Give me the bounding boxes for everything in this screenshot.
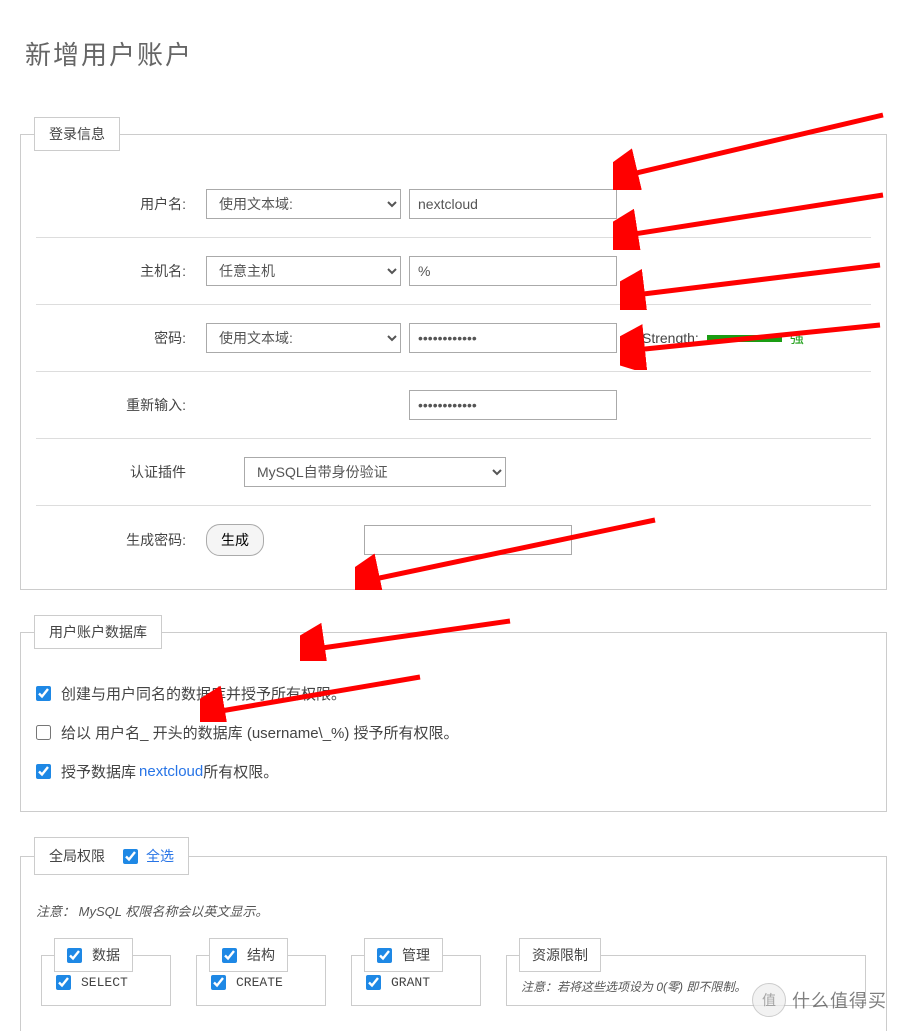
admin-legend[interactable]: 管理 xyxy=(364,938,443,972)
page-title: 新增用户账户 xyxy=(25,35,887,72)
priv-select-text: SELECT xyxy=(81,975,128,990)
watermark: 值 什么值得买 xyxy=(752,983,887,1017)
watermark-icon: 值 xyxy=(752,983,786,1017)
db-create-same-text: 创建与用户同名的数据库并授予所有权限。 xyxy=(61,683,346,704)
hostname-row: 主机名: 任意主机 xyxy=(36,238,871,305)
retype-input[interactable] xyxy=(409,390,617,420)
select-all-link[interactable]: 全选 xyxy=(146,846,174,866)
priv-select-item[interactable]: SELECT xyxy=(56,972,156,993)
auth-label: 认证插件 xyxy=(41,462,206,482)
hostname-mode-select[interactable]: 任意主机 xyxy=(206,256,401,286)
generate-label: 生成密码: xyxy=(41,530,206,550)
priv-grant-checkbox[interactable] xyxy=(366,975,381,990)
data-label: 数据 xyxy=(92,945,120,965)
username-row: 用户名: 使用文本域: xyxy=(36,171,871,238)
username-label: 用户名: xyxy=(41,194,206,214)
retype-row: 重新输入: xyxy=(36,372,871,439)
auth-row: 认证插件 MySQL自带身份验证 xyxy=(36,439,871,506)
priv-create-checkbox[interactable] xyxy=(211,975,226,990)
password-input[interactable] xyxy=(409,323,617,353)
structure-label: 结构 xyxy=(247,945,275,965)
db-grant-link[interactable]: nextcloud xyxy=(139,763,203,780)
password-strength: Strength: 强 xyxy=(642,328,804,348)
priv-create-text: CREATE xyxy=(236,975,283,990)
admin-all-checkbox[interactable] xyxy=(377,948,392,963)
password-label: 密码: xyxy=(41,328,206,348)
global-legend-text: 全局权限 xyxy=(49,846,105,866)
db-grant-prefix: 授予数据库 xyxy=(61,761,136,782)
strength-bar xyxy=(707,335,782,342)
db-option-create-same[interactable]: 创建与用户同名的数据库并授予所有权限。 xyxy=(36,674,871,713)
admin-privileges-box: 管理 GRANT xyxy=(351,938,481,1006)
generated-password-input[interactable] xyxy=(364,525,572,555)
structure-all-checkbox[interactable] xyxy=(222,948,237,963)
priv-grant-item[interactable]: GRANT xyxy=(366,972,466,993)
data-privileges-box: 数据 SELECT xyxy=(41,938,171,1006)
global-legend: 全局权限 全选 xyxy=(34,837,189,875)
strength-label: Strength: xyxy=(642,330,699,346)
priv-grant-text: GRANT xyxy=(391,975,430,990)
admin-label: 管理 xyxy=(402,945,430,965)
db-wildcard-text: 给以 用户名_ 开头的数据库 (username\_%) 授予所有权限。 xyxy=(61,722,459,743)
data-legend[interactable]: 数据 xyxy=(54,938,133,972)
database-fieldset: 用户账户数据库 创建与用户同名的数据库并授予所有权限。 给以 用户名_ 开头的数… xyxy=(20,615,887,812)
database-legend: 用户账户数据库 xyxy=(34,615,162,649)
strength-text: 强 xyxy=(790,328,804,348)
username-input[interactable] xyxy=(409,189,617,219)
db-option-wildcard[interactable]: 给以 用户名_ 开头的数据库 (username\_%) 授予所有权限。 xyxy=(36,713,871,752)
login-info-fieldset: 登录信息 用户名: 使用文本域: 主机名: 任意主机 密码: 使用文本域: St… xyxy=(20,117,887,590)
structure-privileges-box: 结构 CREATE xyxy=(196,938,326,1006)
watermark-text: 什么值得买 xyxy=(792,987,887,1013)
data-all-checkbox[interactable] xyxy=(67,948,82,963)
privilege-groups-row: 数据 SELECT 结构 CREATE 管理 xyxy=(36,938,871,1031)
hostname-label: 主机名: xyxy=(41,261,206,281)
login-legend: 登录信息 xyxy=(34,117,120,151)
db-create-same-checkbox[interactable] xyxy=(36,686,51,701)
db-grant-suffix: 所有权限。 xyxy=(203,761,278,782)
generate-row: 生成密码: 生成 xyxy=(36,506,871,574)
priv-select-checkbox[interactable] xyxy=(56,975,71,990)
password-mode-select[interactable]: 使用文本域: xyxy=(206,323,401,353)
priv-create-item[interactable]: CREATE xyxy=(211,972,311,993)
select-all-checkbox[interactable] xyxy=(123,849,138,864)
generate-button[interactable]: 生成 xyxy=(206,524,264,556)
privileges-note: 注意： MySQL 权限名称会以英文显示。 xyxy=(36,901,871,920)
retype-label: 重新输入: xyxy=(41,395,206,415)
password-row: 密码: 使用文本域: Strength: 强 xyxy=(36,305,871,372)
db-wildcard-checkbox[interactable] xyxy=(36,725,51,740)
username-mode-select[interactable]: 使用文本域: xyxy=(206,189,401,219)
auth-plugin-select[interactable]: MySQL自带身份验证 xyxy=(244,457,506,487)
db-grant-checkbox[interactable] xyxy=(36,764,51,779)
db-option-grant[interactable]: 授予数据库 nextcloud 所有权限。 xyxy=(36,752,871,791)
hostname-input[interactable] xyxy=(409,256,617,286)
resource-legend: 资源限制 xyxy=(519,938,601,972)
structure-legend[interactable]: 结构 xyxy=(209,938,288,972)
